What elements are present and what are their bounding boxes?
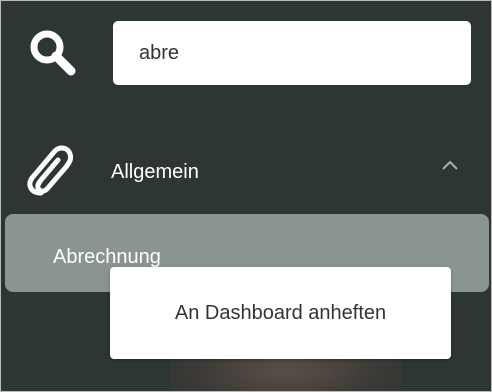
menu-item-label: Abrechnung [53, 246, 161, 268]
paperclip-icon [27, 145, 74, 196]
context-menu: An Dashboard anheften [110, 267, 451, 359]
section-label: Allgemein [111, 161, 199, 183]
app-window: Allgemein Abrechnung An Dashboard anheft… [0, 0, 492, 392]
chevron-up-icon[interactable] [441, 159, 459, 171]
context-item-label: An Dashboard anheften [174, 301, 387, 324]
search-input[interactable] [113, 21, 471, 85]
pin-to-dashboard-option[interactable]: An Dashboard anheften [110, 267, 451, 359]
search-icon[interactable] [25, 25, 81, 81]
